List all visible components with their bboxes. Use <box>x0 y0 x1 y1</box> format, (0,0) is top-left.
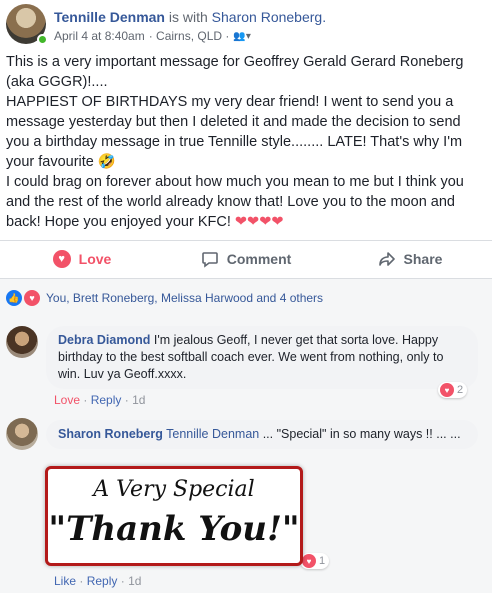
love-icon: ♥ <box>24 290 40 306</box>
post-header-line: Tennille Denman is with Sharon Roneberg. <box>54 9 326 25</box>
comment-button[interactable]: Comment <box>164 241 328 276</box>
reaction-count: 1 <box>319 555 326 567</box>
post-date[interactable]: April 4 at 8:40am <box>54 29 145 43</box>
with-text: is with <box>164 9 212 25</box>
avatar[interactable] <box>6 418 38 450</box>
commenter-name[interactable]: Sharon Roneberg <box>58 427 163 441</box>
image-text-line1: A Very Special <box>93 477 255 502</box>
avatar[interactable] <box>6 326 38 358</box>
share-button[interactable]: Share <box>328 241 492 276</box>
comment-reply-link[interactable]: Reply <box>87 574 118 588</box>
commenter-name[interactable]: Debra Diamond <box>58 333 150 347</box>
comment-love-link[interactable]: Love <box>54 393 80 407</box>
post-action-bar: ♥ Love Comment Share <box>0 240 492 276</box>
post-text: This is a very important message for Geo… <box>6 54 464 230</box>
love-button[interactable]: ♥ Love <box>0 241 164 276</box>
image-text-line2: "Thank You!" <box>48 509 300 549</box>
thank-you-image[interactable]: A Very Special "Thank You!" <box>45 466 303 566</box>
comment-like-link[interactable]: Like <box>54 574 76 588</box>
comment-debra: Debra Diamond I'm jealous Geoff, I never… <box>6 326 486 407</box>
author-name[interactable]: Tennille Denman <box>54 9 165 25</box>
comment-actions: Like · Reply · 1d <box>54 574 142 588</box>
share-icon <box>378 251 395 266</box>
reactions-summary[interactable]: 👍 ♥ You, Brett Roneberg, Melissa Harwood… <box>6 290 323 306</box>
love-icon: ♥ <box>440 383 454 397</box>
post-location[interactable]: · Cairns, QLD · <box>149 29 230 43</box>
comment-text: ... "Special" in so many ways !! ... ... <box>259 427 461 441</box>
reaction-count: 2 <box>457 384 464 396</box>
post-body: This is a very important message for Geo… <box>6 52 486 232</box>
friends-icon[interactable]: 👥▾ <box>233 31 250 42</box>
like-icon: 👍 <box>6 290 22 306</box>
comment-reply-link[interactable]: Reply <box>91 393 122 407</box>
reaction-count-badge[interactable]: ♥ 2 <box>438 382 468 398</box>
comment-bubble: Sharon Roneberg Tennille Denman ... "Spe… <box>46 420 478 449</box>
comment-bubble: Debra Diamond I'm jealous Geoff, I never… <box>46 326 478 389</box>
hearts-emoji: ❤❤❤❤ <box>234 214 284 230</box>
post-header: Tennille Denman is with Sharon Roneberg.… <box>6 4 486 46</box>
reaction-count-badge[interactable]: ♥ 1 <box>300 553 330 569</box>
comment-icon <box>201 251 218 268</box>
comment-actions: Love · Reply · 1d <box>54 393 146 407</box>
online-status-icon <box>37 34 48 45</box>
post-meta: April 4 at 8:40am · Cairns, QLD · 👥▾ <box>54 29 251 43</box>
love-icon: ♥ <box>52 249 71 268</box>
comment-time[interactable]: 1d <box>128 574 141 588</box>
tagged-name[interactable]: Tennille Denman <box>166 427 259 441</box>
love-button-label: Love <box>78 250 112 267</box>
tagged-name[interactable]: Sharon Roneberg. <box>212 9 326 25</box>
love-icon: ♥ <box>302 554 316 568</box>
reactions-text: You, Brett Roneberg, Melissa Harwood and… <box>46 291 324 305</box>
comment-time[interactable]: 1d <box>132 393 145 407</box>
comment-button-label: Comment <box>226 250 292 267</box>
share-button-label: Share <box>403 250 443 267</box>
